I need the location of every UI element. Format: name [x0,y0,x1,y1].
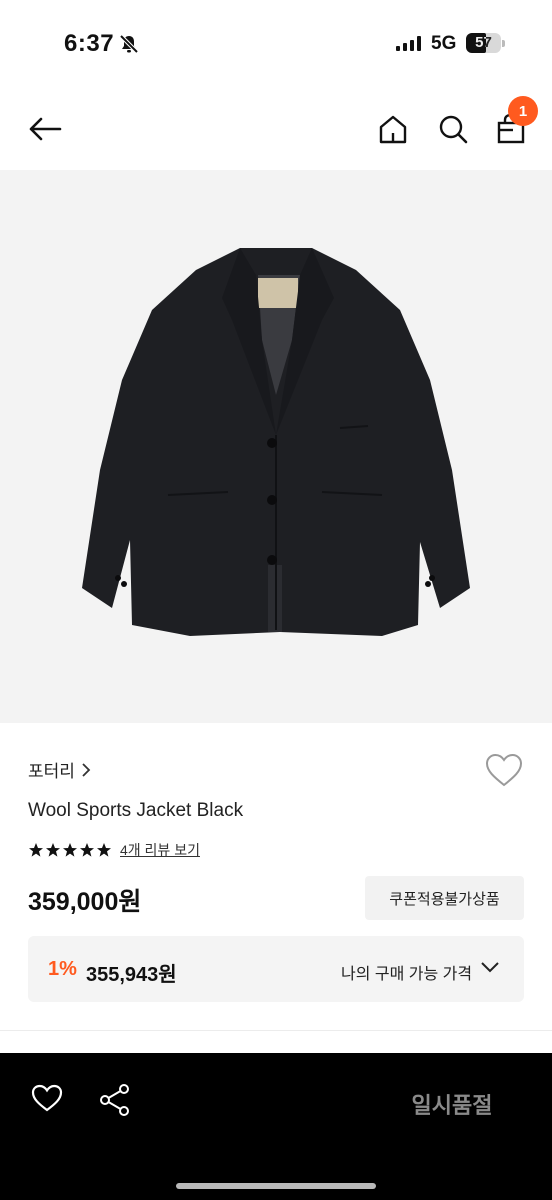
network-type: 5G [431,33,457,54]
star-icon [63,843,77,857]
my-price-value: 355,943원 [86,964,177,986]
status-bar: 6:37 5G 57 [0,0,552,88]
discount-percent: 1% [48,958,77,980]
review-link[interactable]: 4개 리뷰 보기 [120,840,200,860]
search-button[interactable] [432,108,474,150]
product-name: Wool Sports Jacket Black [28,800,244,821]
arrow-left-icon [29,117,62,141]
wishlist-button[interactable] [484,752,524,790]
battery-icon: 57 [466,33,501,53]
bell-off-icon [118,33,140,60]
product-image[interactable] [0,170,552,723]
share-icon [100,1084,129,1116]
product-price: 359,000원 [28,888,142,916]
soldout-button[interactable]: 일시품절 [370,1079,534,1129]
bottom-wishlist-button[interactable] [30,1083,72,1125]
rating-stars [28,842,112,858]
star-icon [97,843,111,857]
battery-level: 57 [475,34,492,51]
rating-row: 4개 리뷰 보기 [28,840,200,860]
home-icon [379,115,407,144]
brand-name: 포터리 [28,762,75,781]
my-price-dropdown[interactable]: 1% 355,943원 나의 구매 가능 가격 [28,936,524,1002]
jacket-image [82,248,470,636]
home-button[interactable] [372,108,414,150]
star-icon [80,843,94,857]
heart-icon [31,1084,63,1112]
coupon-unavailable-badge: 쿠폰적용불가상품 [365,876,524,920]
divider [0,1030,552,1031]
star-icon [29,843,43,857]
chevron-down-icon [481,962,499,973]
search-icon [439,115,468,144]
cellular-signal-icon [396,36,421,51]
cart-count-badge: 1 [508,96,538,126]
bottom-action-bar: 일시품절 [0,1053,552,1200]
share-button[interactable] [98,1083,140,1125]
heart-outline-icon [485,753,523,787]
brand-link[interactable]: 포터리 [28,757,91,782]
my-price-label: 나의 구매 가능 가격 [341,966,473,983]
status-time: 6:37 [64,30,115,57]
back-button[interactable] [22,108,68,150]
app-header [0,88,552,170]
home-indicator [176,1183,376,1189]
star-icon [46,843,60,857]
chevron-right-icon [82,762,91,777]
